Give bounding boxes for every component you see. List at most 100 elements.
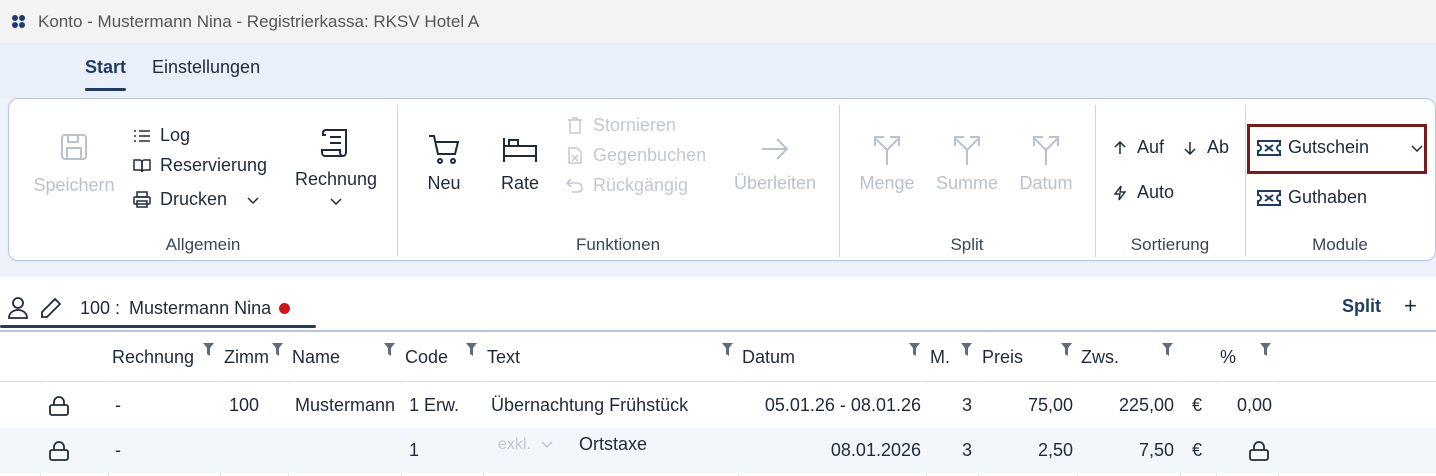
arrow-up-icon bbox=[1111, 139, 1129, 157]
speichern-button[interactable]: Speichern bbox=[29, 127, 119, 196]
guthaben-button[interactable]: Guthaben bbox=[1257, 187, 1367, 208]
cell-preis: 2,50 bbox=[1037, 440, 1073, 460]
lock-icon bbox=[48, 383, 78, 428]
split-view-button[interactable]: Split bbox=[1342, 296, 1381, 317]
header-label: Rechnung bbox=[112, 347, 195, 367]
cart-icon bbox=[427, 129, 461, 169]
header-label: Zimm bbox=[224, 347, 268, 367]
neu-label: Neu bbox=[427, 173, 461, 193]
header-menge[interactable]: M. bbox=[927, 333, 957, 382]
filter-icon[interactable] bbox=[1260, 343, 1271, 356]
rechnung-button[interactable]: Rechnung bbox=[291, 123, 381, 211]
summe-label: Summe bbox=[935, 173, 998, 193]
header-label: Zws. bbox=[1081, 347, 1119, 367]
speichern-label: Speichern bbox=[33, 175, 115, 195]
table-row[interactable]: - 1 exkl. Ortstaxe 08.01.2026 3 2,50 7,5… bbox=[0, 428, 1436, 473]
reservierung-button[interactable]: Reservierung bbox=[133, 155, 267, 176]
header-code[interactable]: Code bbox=[402, 333, 462, 382]
header-rechnung[interactable]: Rechnung bbox=[109, 333, 219, 382]
menu-tab-bar: Start Einstellungen bbox=[0, 43, 1436, 98]
user-icon[interactable] bbox=[8, 297, 28, 324]
header-zws[interactable]: Zws. bbox=[1078, 333, 1148, 382]
filter-icon[interactable] bbox=[466, 343, 477, 356]
sort-auf-button[interactable]: Auf bbox=[1111, 137, 1164, 158]
log-button[interactable]: Log bbox=[133, 125, 190, 146]
filter-icon[interactable] bbox=[384, 343, 395, 356]
ueberleiten-button[interactable]: Überleiten bbox=[727, 129, 823, 194]
guthaben-label: Guthaben bbox=[1288, 187, 1368, 207]
reservierung-label: Reservierung bbox=[160, 155, 268, 175]
title-bar: Konto - Mustermann Nina - Registrierkass… bbox=[0, 0, 1436, 43]
neu-button[interactable]: Neu bbox=[417, 129, 471, 194]
gutschein-dropdown[interactable]: Gutschein bbox=[1257, 137, 1427, 158]
pencil-icon[interactable] bbox=[40, 297, 62, 324]
rueckgaengig-button[interactable]: Rückgängig bbox=[566, 175, 688, 196]
header-datum[interactable]: Datum bbox=[739, 333, 899, 382]
gutschein-label: Gutschein bbox=[1288, 137, 1370, 157]
header-label: % bbox=[1220, 347, 1237, 367]
lock-icon bbox=[48, 428, 78, 473]
stornieren-button[interactable]: Stornieren bbox=[566, 115, 676, 136]
add-tab-button[interactable]: + bbox=[1404, 293, 1417, 319]
header-percent[interactable]: % bbox=[1217, 333, 1247, 382]
header-name[interactable]: Name bbox=[289, 333, 379, 382]
header-label: Datum bbox=[742, 347, 796, 367]
filter-icon[interactable] bbox=[722, 343, 733, 356]
stornieren-label: Stornieren bbox=[593, 115, 677, 135]
split-icon bbox=[871, 129, 903, 169]
drucken-button[interactable]: Drucken bbox=[133, 189, 259, 210]
active-tab-indicator bbox=[0, 325, 316, 328]
ticket-icon bbox=[1257, 139, 1281, 157]
table-header: Rechnung Zimm Name Code Text Datum M. Pr… bbox=[0, 333, 1436, 382]
split-summe-button[interactable]: Summe bbox=[931, 129, 1003, 194]
lightning-icon bbox=[1111, 184, 1129, 202]
group-label-sortierung: Sortierung bbox=[1130, 235, 1210, 254]
filter-icon[interactable] bbox=[1162, 343, 1173, 356]
filter-icon[interactable] bbox=[272, 343, 283, 356]
rate-button[interactable]: Rate bbox=[493, 129, 547, 194]
tab-start[interactable]: Start bbox=[85, 57, 127, 91]
filter-icon[interactable] bbox=[203, 343, 214, 356]
group-label-funktionen: Funktionen bbox=[575, 235, 661, 254]
auto-label: Auto bbox=[1137, 182, 1175, 202]
gegenbuchen-button[interactable]: Gegenbuchen bbox=[566, 145, 706, 166]
ribbon: Speichern Log Reservierung Drucken Rechn… bbox=[8, 98, 1436, 261]
printer-icon bbox=[133, 191, 151, 209]
sort-auto-button[interactable]: Auto bbox=[1111, 182, 1174, 203]
ticket-icon bbox=[1257, 189, 1281, 207]
rate-label: Rate bbox=[500, 173, 540, 193]
account-number: 100 : bbox=[80, 298, 121, 318]
menge-label: Menge bbox=[859, 173, 915, 193]
cell-currency: € bbox=[1192, 395, 1203, 415]
header-text[interactable]: Text bbox=[484, 333, 684, 382]
auf-label: Auf bbox=[1137, 137, 1165, 157]
ueberleiten-label: Überleiten bbox=[733, 173, 817, 193]
tab-einstellungen[interactable]: Einstellungen bbox=[152, 57, 260, 78]
header-zimmer[interactable]: Zimm bbox=[221, 333, 268, 382]
header-label: M. bbox=[930, 347, 950, 367]
cell-datum: 08.01.2026 bbox=[830, 440, 921, 460]
split-menge-button[interactable]: Menge bbox=[853, 129, 921, 194]
cell-zimmer bbox=[229, 428, 284, 473]
account-tab[interactable]: 100 : Mustermann Nina bbox=[80, 298, 291, 319]
split-icon bbox=[1030, 129, 1062, 169]
document-x-icon bbox=[566, 147, 584, 165]
cell-zws: 7,50 bbox=[1138, 440, 1174, 460]
chevron-down-icon bbox=[247, 189, 259, 210]
cell-code: 1 Erw. bbox=[409, 395, 460, 415]
undo-icon bbox=[566, 177, 584, 195]
header-label: Preis bbox=[982, 347, 1024, 367]
filter-icon[interactable] bbox=[909, 343, 920, 356]
filter-icon[interactable] bbox=[961, 343, 972, 356]
datum-label: Datum bbox=[1019, 173, 1073, 193]
sort-ab-button[interactable]: Ab bbox=[1181, 137, 1229, 158]
lock-icon bbox=[1248, 428, 1276, 473]
drucken-label: Drucken bbox=[160, 189, 228, 209]
tax-mode-select[interactable]: exkl. bbox=[498, 422, 568, 467]
header-preis[interactable]: Preis bbox=[979, 333, 1049, 382]
filter-icon[interactable] bbox=[1061, 343, 1072, 356]
header-label: Code bbox=[405, 347, 449, 367]
cell-menge: 3 bbox=[961, 440, 972, 460]
split-datum-button[interactable]: Datum bbox=[1013, 129, 1079, 194]
account-tab-bar: 100 : Mustermann Nina Split + bbox=[0, 277, 1436, 332]
